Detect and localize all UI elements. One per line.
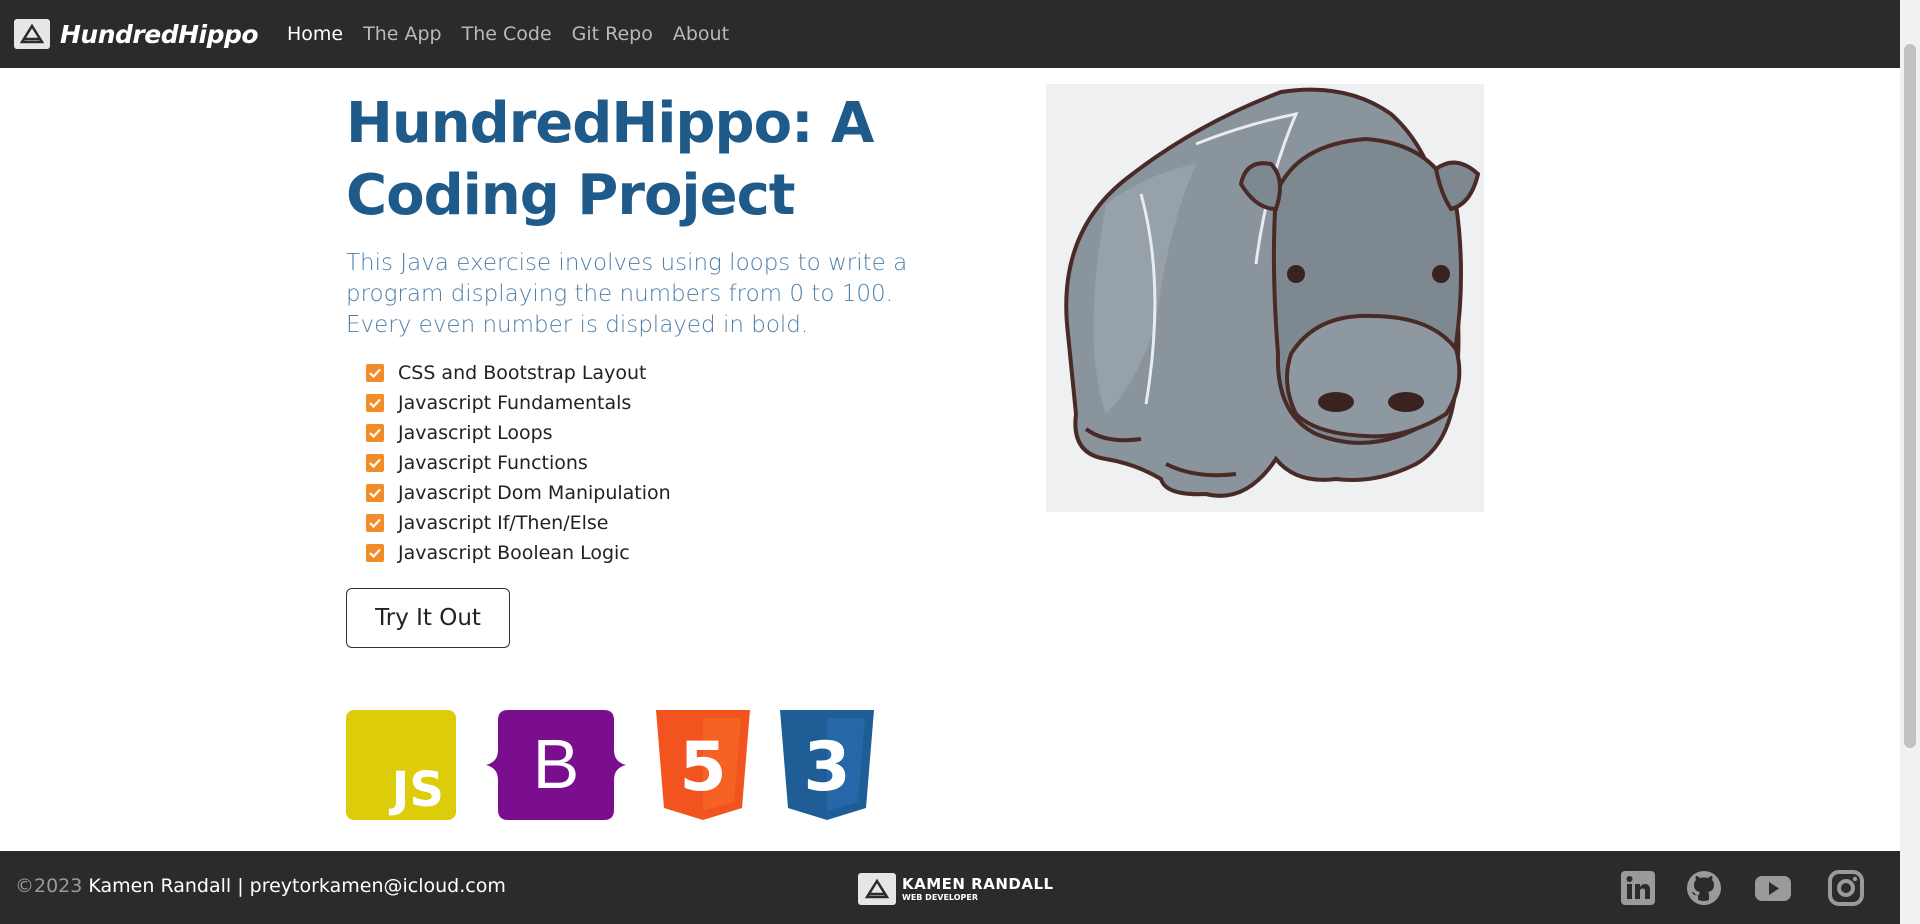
footer-logo-name: KAMEN RANDALL: [902, 874, 1054, 893]
checkbox-checked-icon: [366, 514, 384, 532]
github-icon[interactable]: [1685, 869, 1723, 907]
footer-copyright: ©2023 Kamen Randall | preytorkamen@iclou…: [15, 875, 506, 897]
title-line-2: Coding Project: [346, 163, 796, 228]
footer-logo-subtitle: WEB DEVELOPER: [902, 892, 979, 902]
feature-label: Javascript Loops: [398, 422, 553, 444]
feature-list: CSS and Bootstrap Layout Javascript Fund…: [366, 358, 671, 568]
feature-label: Javascript Boolean Logic: [398, 542, 630, 564]
javascript-logo-text: JS: [391, 762, 444, 818]
checkbox-checked-icon: [366, 454, 384, 472]
feature-label: Javascript Dom Manipulation: [398, 482, 671, 504]
youtube-icon[interactable]: [1754, 869, 1792, 907]
svg-text:3: 3: [803, 728, 850, 807]
footer: ©2023 Kamen Randall | preytorkamen@iclou…: [0, 851, 1900, 924]
checkbox-checked-icon: [366, 424, 384, 442]
instagram-icon[interactable]: [1827, 869, 1865, 907]
feature-item: Javascript Loops: [366, 418, 671, 448]
nav-about[interactable]: About: [673, 23, 729, 45]
feature-label: Javascript Functions: [398, 452, 588, 474]
svg-text:5: 5: [679, 728, 726, 807]
feature-label: Javascript Fundamentals: [398, 392, 632, 414]
nav-the-code[interactable]: The Code: [462, 23, 552, 45]
brand-link[interactable]: HundredHippo: [14, 16, 259, 52]
copyright-year: ©2023: [15, 875, 83, 897]
css3-logo-icon: 3: [780, 710, 874, 820]
main-nav: Home The App The Code Git Repo About: [287, 0, 749, 68]
project-description: This Java exercise involves using loops …: [346, 250, 908, 338]
checkbox-checked-icon: [366, 394, 384, 412]
scrollbar-thumb[interactable]: [1904, 44, 1916, 748]
kamen-randall-logo[interactable]: KAMEN RANDALL WEB DEVELOPER: [858, 873, 1054, 905]
page-scrollbar[interactable]: [1900, 0, 1920, 924]
brand-logo-icon: [14, 19, 50, 49]
feature-item: Javascript Fundamentals: [366, 388, 671, 418]
author-contact: Kamen Randall | preytorkamen@icloud.com: [82, 875, 506, 897]
feature-item: CSS and Bootstrap Layout: [366, 358, 671, 388]
feature-label: Javascript If/Then/Else: [398, 512, 609, 534]
hippo-illustration: [1046, 84, 1484, 512]
svg-text:B: B: [533, 725, 580, 803]
checkbox-checked-icon: [366, 544, 384, 562]
checkbox-checked-icon: [366, 484, 384, 502]
javascript-logo-icon: JS: [346, 710, 456, 820]
feature-label: CSS and Bootstrap Layout: [398, 362, 647, 384]
nav-the-app[interactable]: The App: [363, 23, 442, 45]
feature-item: Javascript Functions: [366, 448, 671, 478]
feature-item: Javascript Boolean Logic: [366, 538, 671, 568]
html5-logo-icon: 5: [656, 710, 750, 820]
nav-git-repo[interactable]: Git Repo: [572, 23, 653, 45]
title-line-1: HundredHippo: A: [346, 91, 874, 156]
checkbox-checked-icon: [366, 364, 384, 382]
bootstrap-logo-icon: B: [486, 710, 626, 820]
try-it-out-button[interactable]: Try It Out: [346, 588, 510, 648]
kamen-randall-logo-icon: [858, 873, 896, 905]
page-title: HundredHippo: A Coding Project: [346, 88, 926, 232]
feature-item: Javascript Dom Manipulation: [366, 478, 671, 508]
feature-item: Javascript If/Then/Else: [366, 508, 671, 538]
linkedin-icon[interactable]: [1619, 869, 1657, 907]
nav-home[interactable]: Home: [287, 23, 343, 45]
brand-name: HundredHippo: [60, 19, 259, 49]
top-navbar: HundredHippo Home The App The Code Git R…: [0, 0, 1900, 68]
